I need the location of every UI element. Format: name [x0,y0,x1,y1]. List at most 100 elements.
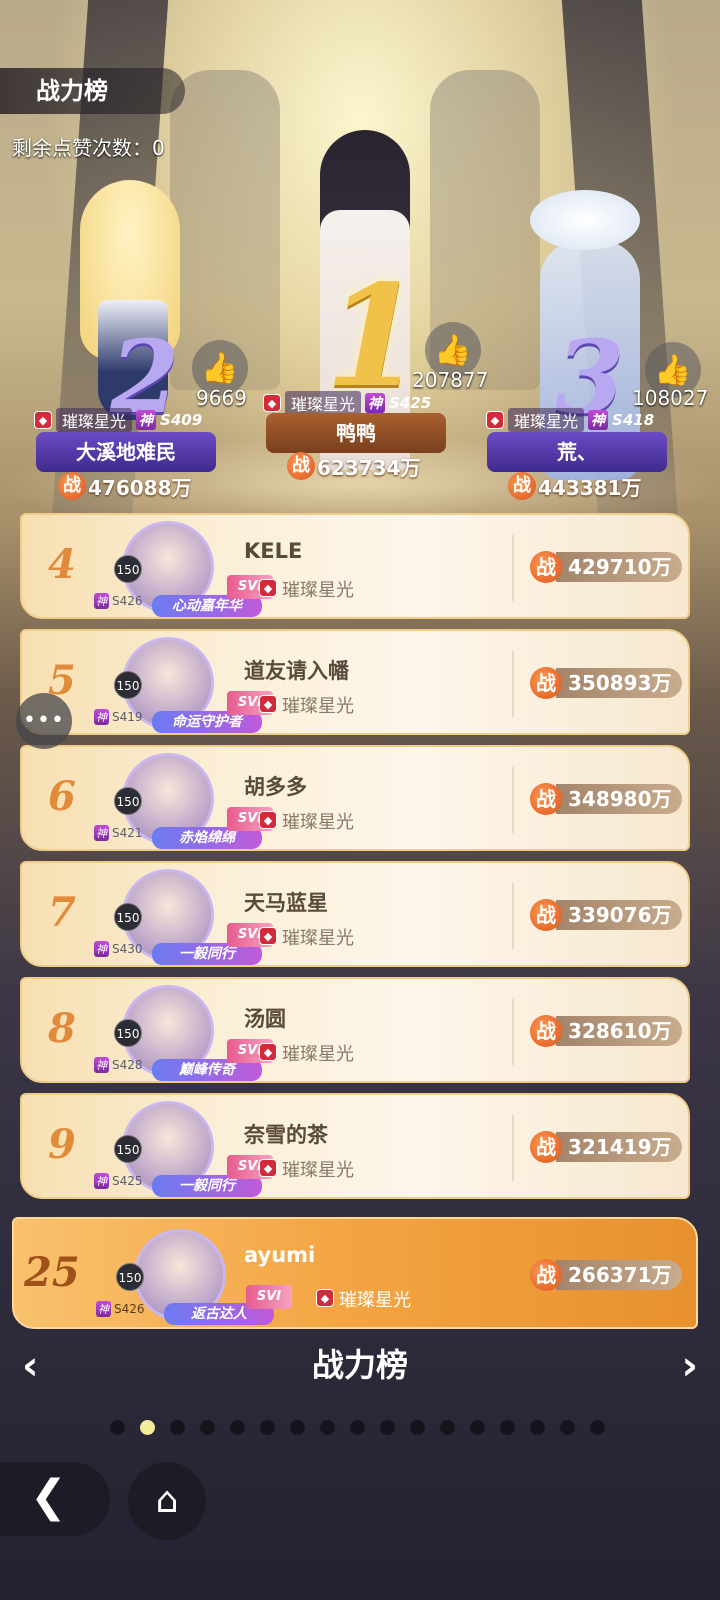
thumbs-up-icon: 👍 [201,350,239,386]
ranking-row[interactable]: 8 150 神 S428 巅峰传奇 汤圆 SVI ◆ 璀璨星光 战 328610万 [20,977,690,1083]
next-board-button[interactable]: › [682,1343,698,1389]
player-name: 奈雪的茶 [244,1123,328,1147]
server-label: S418 [612,411,655,429]
tier-badge: 神 [94,1057,109,1073]
back-icon: ❮ [30,1471,67,1522]
power: 战 348980万 [530,783,682,815]
like-count-rank-3: 108027 [632,386,709,410]
tier-server: 神 S428 [94,1057,143,1073]
podium-1-name[interactable]: 鸭鸭 [266,413,446,453]
guild-gem-icon: ◆ [486,411,504,429]
podium-1-power: 战 623734万 [287,451,421,481]
guild-gem-icon: ◆ [259,927,277,945]
level-badge: 150 [114,671,142,699]
server-label: S426 [114,1302,145,1316]
guild-name: 璀璨星光 [508,408,585,432]
page-dot[interactable] [290,1420,305,1435]
podium-3-name[interactable]: 荒、 [487,432,667,472]
podium-2-name[interactable]: 大溪地难民 [36,432,216,472]
page-dot[interactable] [140,1420,155,1435]
leaderboard-title: 战力榜 [0,68,185,114]
power-value: 339076万 [556,900,682,930]
guild-name: 璀璨星光 [282,812,354,833]
page-dot[interactable] [260,1420,275,1435]
tier-server: 神 S426 [94,593,143,609]
podium-3-power: 战 443381万 [508,471,642,501]
page-dot[interactable] [530,1420,545,1435]
page-dot[interactable] [350,1420,365,1435]
power-value: 623734万 [317,455,421,480]
power-icon: 战 [530,551,562,583]
power-icon: 战 [287,452,315,480]
tier-server: 神 S421 [94,825,143,841]
row-rank: 9 [48,1121,76,1168]
row-rank: 6 [48,773,76,820]
power: 战 339076万 [530,899,682,931]
divider [512,651,514,717]
ranking-row[interactable]: 5 150 神 S419 命运守护者 道友请入幡 SVI ◆ 璀璨星光 战 3508… [20,629,690,735]
remaining-likes: 剩余点赞次数：0 [12,136,165,160]
podium-3-guild-row: ◆ 璀璨星光 神 S418 [486,408,654,432]
back-button[interactable]: ❮ [0,1462,110,1536]
ranking-row[interactable]: 6 150 神 S421 赤焰绵绵 胡多多 SVI ◆ 璀璨星光 战 348980万 [20,745,690,851]
player-name: 天马蓝星 [244,891,328,915]
power-icon: 战 [530,1015,562,1047]
power-value: 443381万 [538,475,642,500]
power-icon: 战 [530,1131,562,1163]
page-dot[interactable] [560,1420,575,1435]
page-dot[interactable] [440,1420,455,1435]
power-value: 266371万 [556,1260,682,1290]
tier-badge: 神 [94,1173,109,1189]
tier-badge: 神 [136,410,157,430]
page-indicator [110,1420,605,1435]
player-name: 胡多多 [244,775,307,799]
page-dot[interactable] [200,1420,215,1435]
page-dot[interactable] [230,1420,245,1435]
tier-badge: 神 [94,709,109,725]
page-dot[interactable] [470,1420,485,1435]
page-dot[interactable] [170,1420,185,1435]
row-rank: 4 [48,541,76,588]
page-dot[interactable] [380,1420,395,1435]
page-dot[interactable] [320,1420,335,1435]
tier-server: 神 S419 [94,709,143,725]
row-rank: 7 [48,889,76,936]
power-value: 328610万 [556,1016,682,1046]
self-ranking-row[interactable]: 25 150 神 S426 返古达人 ayumi SVI ◆ 璀璨星光 战 2663… [12,1217,698,1329]
player-name: ayumi [244,1243,316,1267]
tier-server: 神 S426 [96,1301,145,1317]
tier-server: 神 S430 [94,941,143,957]
row-rank: 8 [48,1005,76,1052]
guild-gem-icon: ◆ [259,1043,277,1061]
page-dot[interactable] [500,1420,515,1435]
board-title: 战力榜 [311,1346,408,1384]
page-dot[interactable] [590,1420,605,1435]
power-value: 350893万 [556,668,682,698]
power-icon: 战 [508,472,536,500]
like-count-rank-2: 9669 [196,386,247,410]
ranking-row[interactable]: 7 150 神 S430 一毅同行 天马蓝星 SVI ◆ 璀璨星光 战 339076… [20,861,690,967]
power: 战 350893万 [530,667,682,699]
thumbs-up-icon: 👍 [654,352,692,388]
home-button[interactable]: ⌂ [128,1462,206,1540]
guild-name: 璀璨星光 [282,1044,354,1065]
like-count-rank-1: 207877 [412,368,489,392]
guild-name: 璀璨星光 [282,928,354,949]
tier-badge: 神 [96,1301,111,1317]
ranking-row[interactable]: 4 150 神 S426 心动嘉年华 KELE SVI ◆ 璀璨星光 战 42971… [20,513,690,619]
power: 战 328610万 [530,1015,682,1047]
chat-button[interactable]: ••• [16,693,72,749]
page-dot[interactable] [110,1420,125,1435]
divider [512,535,514,601]
divider [512,999,514,1065]
page-dot[interactable] [410,1420,425,1435]
ranking-row[interactable]: 9 150 神 S425 一毅同行 奈雪的茶 SVI ◆ 璀璨星光 战 321419… [20,1093,690,1199]
server-label: S419 [112,710,143,724]
vip-badge: SVI [246,1285,292,1309]
guild-gem-icon: ◆ [259,579,277,597]
guild-gem-icon: ◆ [259,811,277,829]
player-name: 道友请入幡 [244,659,349,683]
divider [512,767,514,833]
chat-icon: ••• [23,708,65,733]
tier-badge: 神 [94,941,109,957]
